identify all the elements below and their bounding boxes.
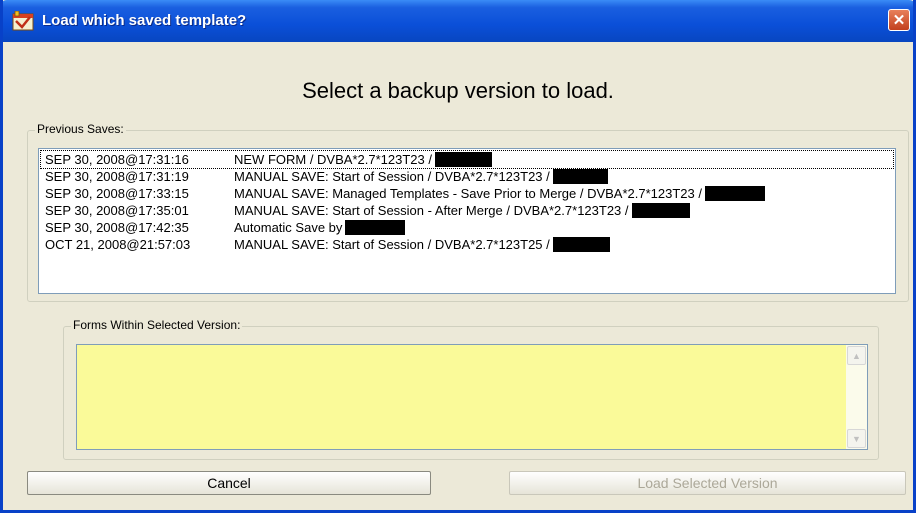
save-description: MANUAL SAVE: Start of Session - After Me… xyxy=(234,203,629,218)
cancel-button[interactable]: Cancel xyxy=(27,471,431,495)
redaction-bar xyxy=(345,220,406,235)
save-description: Automatic Save by xyxy=(234,220,343,235)
previous-saves-list[interactable]: SEP 30, 2008@17:31:16 NEW FORM / DVBA*2.… xyxy=(38,148,896,294)
save-description-wrap: Automatic Save by xyxy=(234,219,406,236)
save-description-wrap: MANUAL SAVE: Start of Session / DVBA*2.7… xyxy=(234,168,608,185)
save-description-wrap: MANUAL SAVE: Managed Templates - Save Pr… xyxy=(234,185,765,202)
redaction-bar xyxy=(631,203,690,218)
window-title: Load which saved template? xyxy=(42,12,247,29)
close-icon: ✕ xyxy=(892,11,906,29)
title-bar[interactable]: Load which saved template? ✕ xyxy=(3,0,913,42)
dialog-heading: Select a backup version to load. xyxy=(302,78,614,103)
redaction-bar xyxy=(704,186,765,201)
redaction-bar xyxy=(552,169,608,184)
save-date: SEP 30, 2008@17:31:19 xyxy=(45,169,189,184)
scroll-up-button[interactable]: ▲ xyxy=(847,346,866,365)
save-date: SEP 30, 2008@17:31:16 xyxy=(45,152,189,167)
save-date: OCT 21, 2008@21:57:03 xyxy=(45,237,191,252)
save-description: MANUAL SAVE: Managed Templates - Save Pr… xyxy=(234,186,702,201)
chevron-down-icon: ▼ xyxy=(852,433,861,444)
save-description-wrap: MANUAL SAVE: Start of Session - After Me… xyxy=(234,202,690,219)
save-description: MANUAL SAVE: Start of Session / DVBA*2.7… xyxy=(234,237,550,252)
list-item[interactable]: SEP 30, 2008@17:31:16 NEW FORM / DVBA*2.… xyxy=(40,150,894,169)
previous-saves-label: Previous Saves: xyxy=(35,122,126,136)
forms-within-label: Forms Within Selected Version: xyxy=(71,318,243,332)
save-description: NEW FORM / DVBA*2.7*123T23 / xyxy=(234,152,432,167)
save-description-wrap: MANUAL SAVE: Start of Session / DVBA*2.7… xyxy=(234,236,610,253)
save-description: MANUAL SAVE: Start of Session / DVBA*2.7… xyxy=(234,169,550,184)
app-icon xyxy=(12,11,34,31)
load-selected-version-button[interactable]: Load Selected Version xyxy=(509,471,906,495)
save-date: SEP 30, 2008@17:33:15 xyxy=(45,186,189,201)
redaction-bar xyxy=(552,237,610,252)
save-description-wrap: NEW FORM / DVBA*2.7*123T23 / xyxy=(234,151,492,168)
redaction-bar xyxy=(434,152,492,167)
forms-within-textarea[interactable]: ▲ ▼ xyxy=(76,344,868,450)
scroll-down-button[interactable]: ▼ xyxy=(847,429,866,448)
dialog-window: Load which saved template? ✕ Select a ba… xyxy=(0,0,916,513)
save-date: SEP 30, 2008@17:35:01 xyxy=(45,203,189,218)
close-button[interactable]: ✕ xyxy=(888,9,910,31)
save-date: SEP 30, 2008@17:42:35 xyxy=(45,220,189,235)
chevron-up-icon: ▲ xyxy=(852,350,861,361)
forms-scrollbar[interactable]: ▲ ▼ xyxy=(846,345,867,449)
